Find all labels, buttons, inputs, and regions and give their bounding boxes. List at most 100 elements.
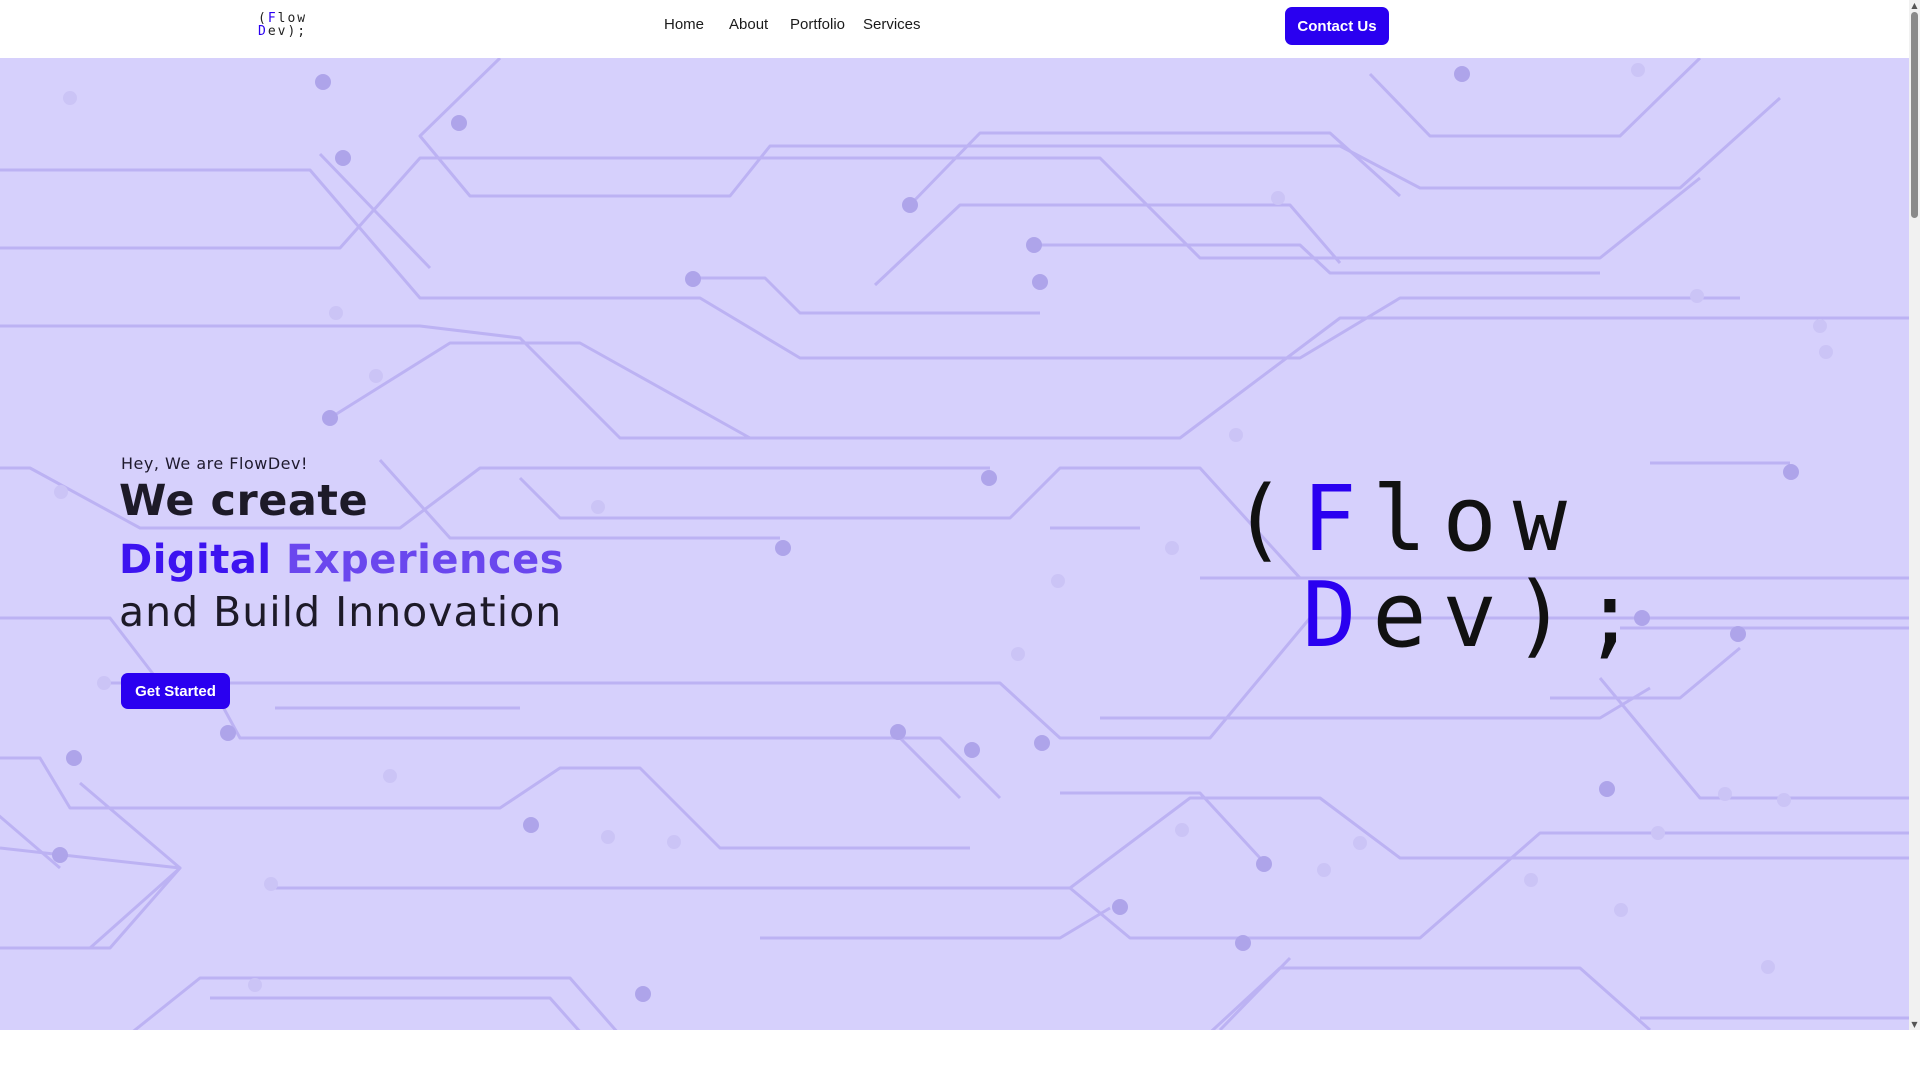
logo-text: low xyxy=(1372,467,1583,572)
circuit-trace xyxy=(1598,677,1909,800)
circuit-node xyxy=(964,742,980,758)
circuit-node xyxy=(335,150,351,166)
circuit-node xyxy=(1175,823,1189,837)
circuit-trace xyxy=(0,846,182,950)
circuit-node xyxy=(1256,856,1272,872)
circuit-node xyxy=(1614,903,1628,917)
hero-tagline: Hey, We are FlowDev! xyxy=(121,454,308,473)
logo-accent-letter: D xyxy=(258,24,268,39)
circuit-node xyxy=(1026,237,1042,253)
circuit-node xyxy=(981,470,997,486)
circuit-node xyxy=(1032,274,1048,290)
circuit-node xyxy=(1524,873,1538,887)
hero-logo-line-2: Dev); xyxy=(1232,568,1653,664)
circuit-node xyxy=(1730,626,1746,642)
circuit-node xyxy=(451,115,467,131)
circuit-trace xyxy=(1060,791,1262,860)
circuit-trace xyxy=(0,168,1740,360)
main-nav: Home About Portfolio Services xyxy=(664,16,933,33)
circuit-trace xyxy=(1218,956,1292,1030)
circuit-node xyxy=(1599,781,1615,797)
contact-us-button[interactable]: Contact Us xyxy=(1285,7,1389,45)
circuit-trace xyxy=(0,756,970,850)
logo-accent-letter: F xyxy=(1302,467,1373,572)
logo-paren: ( xyxy=(1232,467,1303,572)
circuit-node xyxy=(591,500,605,514)
circuit-node xyxy=(220,725,236,741)
circuit-node xyxy=(383,769,397,783)
headline-highlight-word: Digital xyxy=(119,537,272,583)
circuit-trace xyxy=(690,276,1040,315)
hero-section: Hey, We are FlowDev! We create Digital E… xyxy=(0,58,1909,1030)
circuit-trace xyxy=(418,58,1782,198)
circuit-node xyxy=(775,540,791,556)
page-scrollbar[interactable]: ▲ ▼ xyxy=(1909,0,1920,1030)
headline-highlight-word: Experiences xyxy=(286,537,565,583)
hero-logo-line-1: (Flow xyxy=(1232,472,1653,568)
scrollbar-thumb[interactable] xyxy=(1911,12,1918,218)
circuit-node xyxy=(52,847,68,863)
circuit-node xyxy=(1034,735,1050,751)
circuit-trace xyxy=(210,996,581,1030)
hero-headline-line-1: We create xyxy=(119,476,369,526)
circuit-node xyxy=(1761,960,1775,974)
nav-link-portfolio[interactable]: Portfolio xyxy=(790,16,863,33)
circuit-node xyxy=(315,74,331,90)
circuit-trace xyxy=(0,156,1701,260)
circuit-trace xyxy=(100,681,1002,800)
circuit-trace xyxy=(270,796,1909,890)
circuit-node xyxy=(97,676,111,690)
get-started-button[interactable]: Get Started xyxy=(121,673,230,709)
circuit-node xyxy=(1718,787,1732,801)
circuit-trace xyxy=(132,976,618,1030)
logo-text: ev); xyxy=(267,24,308,39)
circuit-node xyxy=(1783,464,1799,480)
circuit-node xyxy=(63,91,77,105)
circuit-trace xyxy=(1210,966,1651,1030)
circuit-trace xyxy=(908,131,1402,207)
circuit-trace xyxy=(760,906,1111,940)
nav-link-home[interactable]: Home xyxy=(664,16,729,33)
circuit-node xyxy=(1271,191,1285,205)
brand-logo[interactable]: (Flow Dev); xyxy=(258,12,307,38)
scroll-up-arrow-icon[interactable]: ▲ xyxy=(1909,0,1920,11)
circuit-node xyxy=(1631,63,1645,77)
circuit-node xyxy=(601,830,615,844)
circuit-trace xyxy=(0,814,61,870)
circuit-node xyxy=(1454,66,1470,82)
circuit-node xyxy=(1051,574,1065,588)
nav-link-services[interactable]: Services xyxy=(863,16,933,33)
circuit-node xyxy=(1165,541,1179,555)
circuit-node xyxy=(1813,319,1827,333)
circuit-node xyxy=(635,986,651,1002)
site-header: (Flow Dev); Home About Portfolio Service… xyxy=(0,0,1909,58)
circuit-node xyxy=(1229,428,1243,442)
circuit-trace xyxy=(1100,686,1651,720)
circuit-node xyxy=(890,724,906,740)
circuit-node xyxy=(1777,793,1791,807)
circuit-node xyxy=(1011,647,1025,661)
circuit-node xyxy=(1112,899,1128,915)
circuit-node xyxy=(667,835,681,849)
circuit-node xyxy=(902,197,918,213)
circuit-node xyxy=(523,817,539,833)
circuit-node xyxy=(1819,345,1833,359)
circuit-node xyxy=(54,485,68,499)
circuit-node xyxy=(369,369,383,383)
circuit-trace xyxy=(1069,831,1909,940)
circuit-node xyxy=(1317,863,1331,877)
circuit-node xyxy=(248,978,262,992)
nav-link-about[interactable]: About xyxy=(729,16,790,33)
circuit-node xyxy=(66,750,82,766)
circuit-node xyxy=(1651,826,1665,840)
hero-headline-line-3: and Build Innovation xyxy=(119,588,563,636)
circuit-node xyxy=(329,306,343,320)
hero-logo: (Flow Dev); xyxy=(1232,472,1653,664)
scroll-down-arrow-icon[interactable]: ▼ xyxy=(1909,1019,1920,1030)
brand-logo-line-2: Dev); xyxy=(258,25,307,38)
circuit-trace xyxy=(0,316,1909,440)
circuit-node xyxy=(1690,289,1704,303)
circuit-node xyxy=(1353,836,1367,850)
circuit-trace xyxy=(318,152,432,270)
logo-accent-letter: D xyxy=(1302,563,1373,668)
